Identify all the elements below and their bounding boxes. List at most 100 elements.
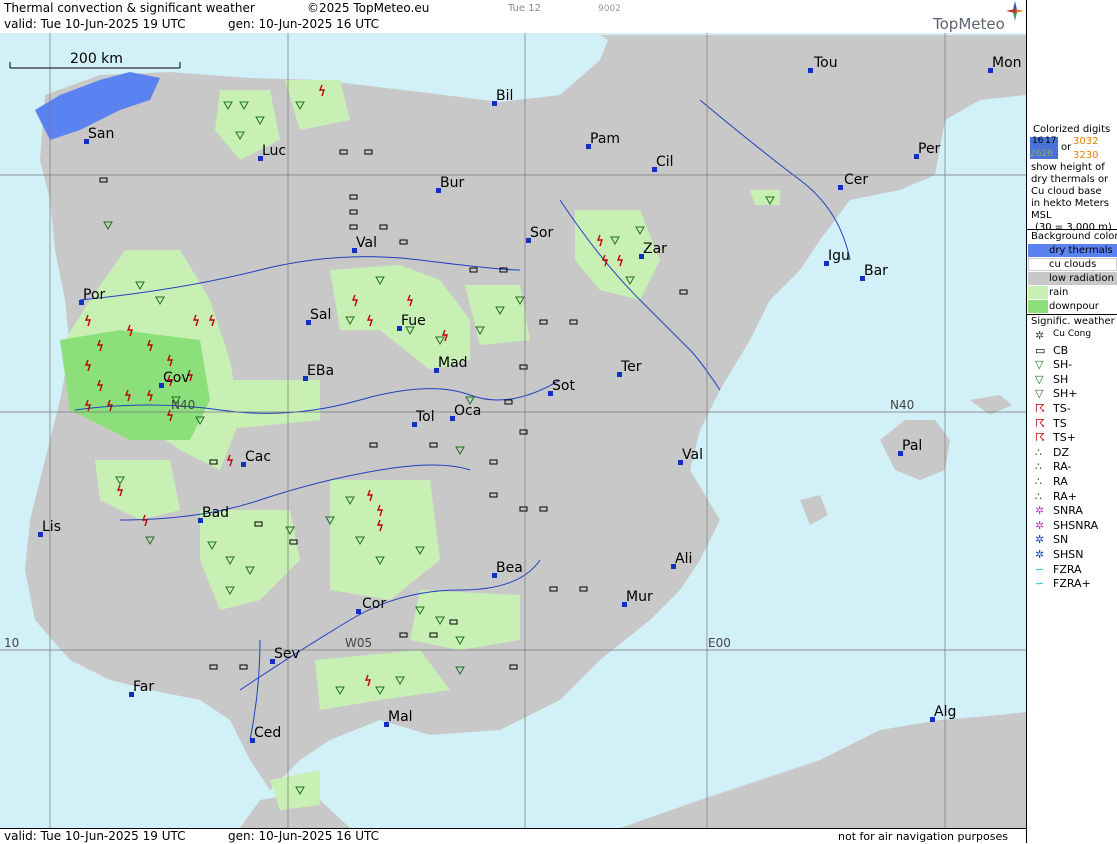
sigwx-row: ▽ SH+ [1027,387,1117,401]
sigwx-row: ☈ TS- [1027,402,1117,416]
city-marker: Sal [306,307,331,325]
grid-label-n40-left: N40 [171,398,196,412]
copyright: ©2025 TopMeteo.eu [307,1,430,15]
city-marker: Zar [639,241,667,259]
sigwx-row: ✲ SHSN [1027,548,1117,562]
sigwx-label: Cu Cong [1053,329,1092,339]
africa-landmass [240,712,1026,828]
ts-icon: ☈ [1035,416,1045,430]
sigwx-label: TS- [1053,402,1071,415]
city-marker: Ced [250,725,281,743]
legend-desc-5: MSL [1031,210,1052,221]
sigwx-row: ✲ SNRA [1027,504,1117,518]
city-marker: Luc [258,143,286,161]
sigwx-row: ∽ FZRA [1027,563,1117,577]
legend-sample-e: 3230 [1073,150,1099,161]
city-marker: Pal [898,438,922,456]
sigwx-label: SNRA [1053,504,1083,518]
city-marker: Por [79,287,105,305]
bg-label-low: low radiation [1049,273,1114,284]
city-marker: Pam [586,131,620,149]
cu-cong-icon: ✲ [1035,329,1045,342]
city-marker: Cil [652,154,674,172]
freezing-rain-heavy-icon: ∽ [1035,577,1045,591]
sigwx-label: CB [1053,343,1069,357]
city-marker: Mal [384,709,413,727]
shower-snow-rain-icon: ✲ [1035,518,1045,532]
legend-sample-b: 17 [1045,136,1057,146]
sigwx-label: SN [1053,533,1069,547]
city-marker: Mad [434,355,468,373]
city-marker: Bil [492,88,513,106]
sigwx-row: ✲ Cu Cong [1027,329,1117,343]
city-marker: Sor [526,225,553,243]
map-canvas [0,33,1026,828]
weather-map: 200 km N40 N40 10 W05 E00 Tou Mon Bil Sa… [0,33,1026,828]
city-marker: Cov [159,370,190,388]
compass-logo-icon [1005,0,1025,25]
sigwx-label: SH- [1053,358,1073,372]
city-marker: Oca [450,403,481,421]
city-marker: Igu [824,248,850,266]
sigwx-label: FZRA+ [1053,577,1091,591]
sigwx-label: FZRA [1053,562,1082,576]
rain-icon: ∴ [1035,475,1042,488]
shower-snow-icon: ✲ [1035,548,1045,561]
sigwx-label: SH+ [1053,387,1078,401]
gen-time: gen: 10-Jun-2025 16 UTC [228,17,380,31]
legend-background-title: Background color [1031,231,1117,242]
sigwx-row: ∴ DZ [1027,446,1117,460]
city-marker: EBa [303,363,334,381]
legend-desc-3: Cu cloud base [1031,186,1102,197]
legend-desc-2: dry thermals or [1031,174,1109,185]
sigwx-row: ∽ FZRA+ [1027,577,1117,591]
city-marker: Sot [548,378,575,396]
bg-label-downpour: downpour [1049,301,1099,312]
cb-icon: ▭ [1035,343,1046,357]
footer-gen-time: gen: 10-Jun-2025 16 UTC [228,829,380,843]
grid-label-n40-right: N40 [890,398,915,412]
header-bar: Thermal convection & significant weather… [0,0,1026,34]
footer-bar: valid: Tue 10-Jun-2025 19 UTC gen: 10-Ju… [0,828,1026,844]
sigwx-label: SH [1053,372,1069,386]
city-marker: Bur [436,175,464,193]
city-marker: Mon [988,55,1022,73]
city-marker: Alg [930,704,956,722]
sigwx-row: ∴ RA [1027,475,1117,489]
city-marker: Tou [808,55,838,73]
legend-sample-c: 2626 [1030,149,1053,159]
city-marker: Sev [270,646,300,664]
freezing-rain-icon: ∽ [1035,562,1045,576]
city-marker: Mur [622,589,653,607]
sigwx-row: ☈ TS+ [1027,431,1117,445]
legend-sample-d: 3032 [1073,136,1099,147]
grid-label-w10: 10 [4,636,20,650]
sigwx-row: ▽ SH [1027,373,1117,387]
city-marker: Bad [198,505,229,523]
sigwx-row: ☈ TS [1027,417,1117,431]
city-marker: Cac [241,449,271,467]
city-marker: Cer [838,172,868,190]
snow-rain-icon: ✲ [1035,504,1045,518]
city-marker: Bea [492,560,523,578]
map-title: Thermal convection & significant weather [4,1,255,15]
city-marker: Cor [356,596,386,614]
bg-label-dry: dry thermals [1049,245,1113,256]
sigwx-label: SHSN [1053,548,1084,561]
ts-heavy-icon: ☈ [1035,431,1045,445]
footer-disclaimer: not for air navigation purposes [838,830,1008,843]
legend-or: or [1061,142,1072,153]
legend-panel: Colorized digits 16 17 2626 or 3032 3230… [1026,0,1117,843]
valid-time: valid: Tue 10-Jun-2025 19 UTC [4,17,186,31]
sigwx-row: ∴ RA+ [1027,490,1117,504]
sigwx-row: ▽ SH- [1027,358,1117,372]
sh-icon: ▽ [1035,372,1044,386]
legend-sigwx-title: Signific. weather [1031,316,1115,327]
sigwx-row: ✲ SHSNRA [1027,519,1117,533]
drizzle-icon: ∴ [1035,445,1042,459]
day-label: Tue 12 [508,3,541,14]
snow-icon: ✲ [1035,533,1045,547]
legend-sample-a: 16 [1032,136,1044,146]
sigwx-label: TS [1053,416,1067,430]
scale-label: 200 km [70,51,123,67]
